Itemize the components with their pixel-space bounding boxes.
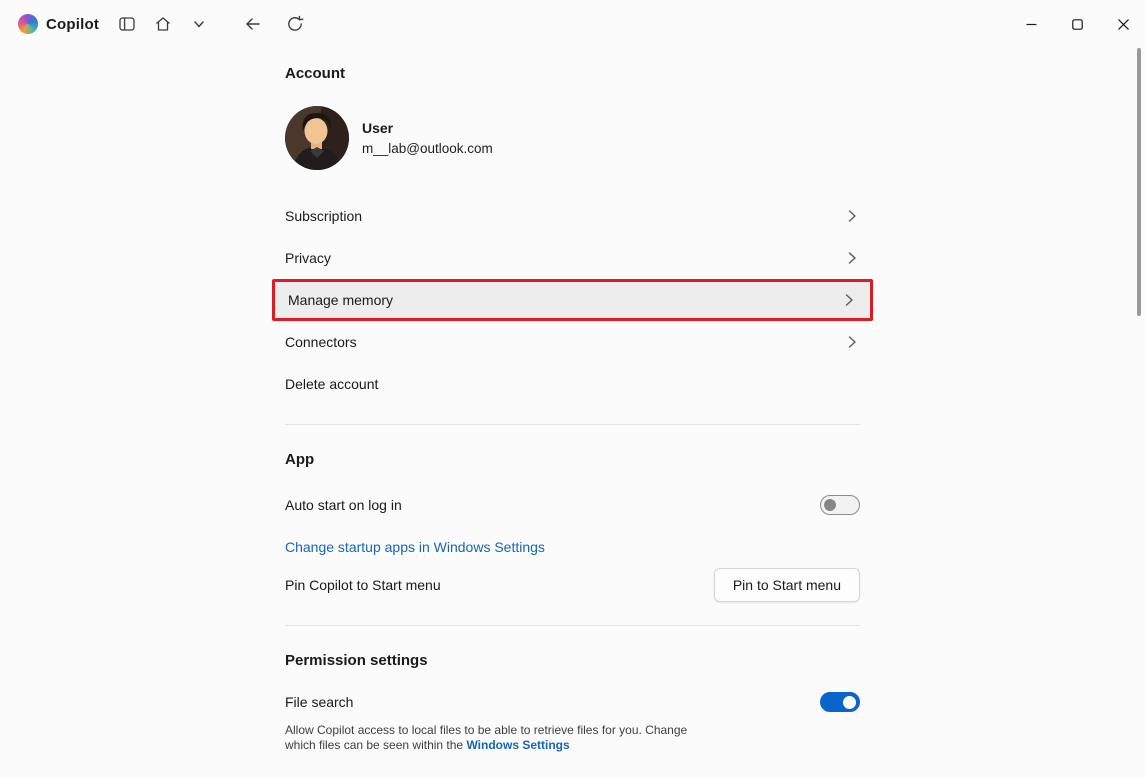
account-item-manage-memory[interactable]: Manage memory <box>272 279 873 321</box>
titlebar-nav-buttons <box>239 10 309 38</box>
divider <box>285 625 860 626</box>
pin-row: Pin Copilot to Start menu Pin to Start m… <box>285 564 860 606</box>
row-label: Connectors <box>285 334 357 350</box>
home-icon[interactable] <box>149 10 177 38</box>
row-label: Privacy <box>285 250 331 266</box>
app-heading: App <box>285 451 315 468</box>
app-title: Copilot <box>46 15 100 33</box>
close-icon[interactable] <box>1100 0 1146 48</box>
settings-content: Account User m__lab@outlook.com Subscrip… <box>272 48 873 753</box>
avatar <box>285 106 349 170</box>
chevron-right-icon <box>844 334 860 350</box>
refresh-icon[interactable] <box>281 10 309 38</box>
auto-start-label: Auto start on log in <box>285 497 402 513</box>
account-item-delete-account[interactable]: Delete account <box>285 363 860 405</box>
permission-settings-heading: Permission settings <box>285 652 428 669</box>
account-heading: Account <box>285 65 345 82</box>
startup-link-row: Change startup apps in Windows Settings <box>285 532 860 562</box>
account-item-privacy[interactable]: Privacy <box>285 237 860 279</box>
maximize-icon[interactable] <box>1054 0 1100 48</box>
row-label: Manage memory <box>288 292 394 308</box>
row-label: Delete account <box>285 376 379 392</box>
file-search-toggle[interactable] <box>820 692 860 712</box>
account-item-subscription[interactable]: Subscription <box>285 195 860 237</box>
back-icon[interactable] <box>239 10 267 38</box>
user-email: m__lab@outlook.com <box>362 141 493 156</box>
auto-start-row: Auto start on log in <box>285 484 860 526</box>
file-search-row: File search <box>285 681 860 723</box>
titlebar-left-buttons <box>113 10 213 38</box>
auto-start-toggle[interactable] <box>820 495 860 515</box>
toggle-knob <box>843 695 856 709</box>
chevron-right-icon <box>844 250 860 266</box>
chevron-right-icon <box>841 292 857 308</box>
file-search-label: File search <box>285 694 354 710</box>
scrollbar[interactable] <box>1137 48 1141 316</box>
user-name: User <box>362 120 394 136</box>
account-item-connectors[interactable]: Connectors <box>285 321 860 363</box>
new-window-icon[interactable] <box>113 10 141 38</box>
startup-settings-link[interactable]: Change startup apps in Windows Settings <box>285 539 545 555</box>
account-list: Subscription Privacy Manage memory Conne… <box>272 195 873 405</box>
windows-settings-link[interactable]: Windows Settings <box>466 738 569 752</box>
toggle-knob <box>824 499 836 511</box>
chevron-down-icon[interactable] <box>185 10 213 38</box>
file-search-description: Allow Copilot access to local files to b… <box>285 723 699 753</box>
chevron-right-icon <box>844 208 860 224</box>
pin-label: Pin Copilot to Start menu <box>285 577 441 593</box>
window-controls <box>1008 0 1146 48</box>
profile-text: User m__lab@outlook.com <box>362 120 493 156</box>
minimize-icon[interactable] <box>1008 0 1054 48</box>
profile-block: User m__lab@outlook.com <box>285 106 860 170</box>
row-label: Subscription <box>285 208 363 224</box>
divider <box>285 424 860 425</box>
copilot-logo-icon <box>18 14 38 34</box>
pin-to-start-button[interactable]: Pin to Start menu <box>713 568 860 602</box>
titlebar: Copilot <box>0 0 1146 48</box>
